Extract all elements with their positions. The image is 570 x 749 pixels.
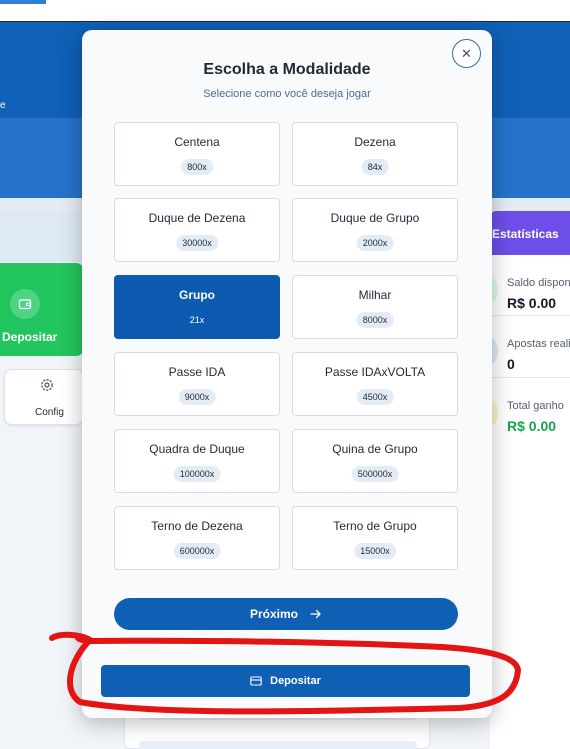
option-multiplier: 21x: [183, 312, 211, 328]
stat-bets-value: 0: [507, 356, 515, 372]
option-name: Grupo: [179, 288, 215, 302]
option-milhar[interactable]: Milhar 8000x: [292, 275, 458, 339]
option-multiplier: 600000x: [173, 543, 221, 559]
stat-balance: Saldo dispon R$ 0.00: [482, 263, 570, 329]
option-grupo[interactable]: Grupo 21x: [114, 275, 280, 339]
modal-subtitle: Selecione como você deseja jogar: [203, 88, 371, 100]
deposit-tile-label: Depositar: [2, 330, 58, 344]
stat-divider: [490, 377, 570, 378]
option-multiplier: 800x: [181, 159, 213, 175]
option-dezena[interactable]: Dezena 84x: [292, 122, 458, 186]
option-name: Passe IDA: [168, 365, 226, 379]
option-duque-de-grupo[interactable]: Duque de Grupo 2000x: [292, 198, 458, 262]
arrow-right-icon: [310, 609, 321, 619]
option-name: Dezena: [354, 135, 396, 149]
left-panel-header: [0, 212, 84, 262]
option-multiplier: 30000x: [176, 235, 218, 251]
background-card-row: [139, 741, 417, 749]
top-bar: [0, 0, 570, 22]
credit-card-icon: [250, 676, 262, 686]
option-name: Passe IDAxVOLTA: [324, 365, 426, 379]
option-multiplier: 2000x: [356, 235, 394, 251]
deposit-tile[interactable]: Depositar: [0, 263, 84, 356]
option-name: Terno de Dezena: [151, 519, 243, 533]
stat-balance-value: R$ 0.00: [507, 295, 557, 311]
option-name: Quadra de Duque: [149, 442, 245, 456]
stat-balance-label: Saldo dispon: [507, 277, 570, 289]
close-icon: ✕: [461, 45, 472, 61]
option-centena[interactable]: Centena 800x: [114, 122, 280, 186]
config-tile[interactable]: Config: [4, 369, 84, 425]
next-button[interactable]: Próximo: [114, 598, 458, 630]
gear-icon: [41, 379, 53, 391]
option-name: Duque de Dezena: [148, 211, 246, 225]
stats-header: Estatísticas: [490, 211, 570, 255]
option-name: Duque de Grupo: [330, 211, 420, 225]
modal-title: Escolha a Modalidade: [203, 61, 371, 78]
option-name: Quina de Grupo: [332, 442, 418, 456]
stat-divider: [490, 315, 570, 316]
option-quadra-de-duque[interactable]: Quadra de Duque 100000x: [114, 429, 280, 493]
config-tile-label: Config: [35, 407, 64, 418]
option-duque-de-dezena[interactable]: Duque de Dezena 30000x: [114, 198, 280, 262]
hero-text-fragment: e: [0, 100, 6, 111]
option-quina-de-grupo[interactable]: Quina de Grupo 500000x: [292, 429, 458, 493]
stat-bets-label: Apostas reali: [507, 338, 570, 350]
option-passe-ida[interactable]: Passe IDA 9000x: [114, 352, 280, 416]
stat-total-won: Total ganho R$ 0.00: [482, 386, 570, 452]
option-multiplier: 8000x: [356, 312, 394, 328]
option-multiplier: 9000x: [178, 389, 216, 405]
next-button-label: Próximo: [249, 607, 298, 621]
option-terno-de-grupo[interactable]: Terno de Grupo 15000x: [292, 506, 458, 570]
stats-title: Estatísticas: [492, 227, 559, 241]
wallet-icon: [10, 289, 40, 319]
deposit-button-label: Depositar: [270, 675, 321, 687]
option-name: Milhar: [358, 288, 392, 302]
stat-total-won-value: R$ 0.00: [507, 418, 557, 434]
top-bar-accent: [0, 0, 46, 4]
stat-total-won-label: Total ganho: [507, 400, 564, 412]
option-passe-ida-volta[interactable]: Passe IDAxVOLTA 4500x: [292, 352, 458, 416]
option-multiplier: 4500x: [356, 389, 394, 405]
modality-modal: ✕ Escolha a Modalidade Selecione como vo…: [82, 30, 492, 718]
option-multiplier: 100000x: [173, 466, 221, 482]
option-name: Centena: [174, 135, 220, 149]
option-multiplier: 500000x: [351, 466, 399, 482]
stat-bets: Apostas reali 0: [482, 324, 570, 390]
option-name: Terno de Grupo: [333, 519, 417, 533]
option-terno-de-dezena[interactable]: Terno de Dezena 600000x: [114, 506, 280, 570]
option-multiplier: 84x: [361, 159, 389, 175]
deposit-button[interactable]: Depositar: [101, 665, 470, 697]
option-multiplier: 15000x: [354, 543, 396, 559]
